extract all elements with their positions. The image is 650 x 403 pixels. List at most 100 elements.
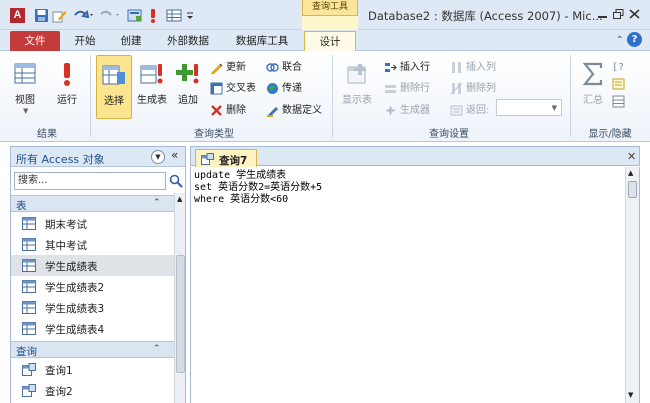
crosstab-icon xyxy=(210,82,223,95)
data-definition-icon xyxy=(267,107,278,117)
group-label-query-type: 查询类型 xyxy=(194,129,234,140)
property-sheet-icon[interactable] xyxy=(612,75,626,92)
undo-icon[interactable] xyxy=(72,8,94,23)
nav-scrollbar[interactable]: ▲ xyxy=(174,193,185,403)
tab-home[interactable]: 开始 xyxy=(66,31,104,51)
tab-external-data[interactable]: 外部数据 xyxy=(158,31,218,51)
tab-create[interactable]: 创建 xyxy=(112,31,150,51)
restore-icon[interactable] xyxy=(612,8,625,20)
close-document-icon[interactable]: ✕ xyxy=(627,150,636,163)
ribbon: 视图 ▼ 运行 结果 选择 生成表 追加 更新 交叉表 删除 联合 传递 数据定… xyxy=(0,51,650,142)
show-table-icon xyxy=(347,64,366,84)
section-title: 表 xyxy=(16,200,27,212)
scroll-down-icon[interactable]: ▼ xyxy=(628,391,633,399)
tab-query7[interactable]: 查询7 xyxy=(195,149,257,167)
redo-icon[interactable] xyxy=(98,8,120,23)
nav-collapse-icon[interactable]: « xyxy=(171,148,178,162)
section-title: 查询 xyxy=(16,346,37,358)
access-logo-icon[interactable]: A xyxy=(10,8,25,23)
editor-scroll-thumb[interactable] xyxy=(628,181,637,198)
show-table-label: 显示表 xyxy=(342,95,372,106)
insert-rows-icon xyxy=(385,63,397,72)
nav-table-item[interactable]: 其中考试 xyxy=(11,234,174,255)
nav-header: 所有 Access 对象 ▼ « xyxy=(11,147,185,167)
group-label-query-setup: 查询设置 xyxy=(429,129,469,140)
make-table-button[interactable]: 生成表 xyxy=(134,55,170,119)
delete-columns-icon xyxy=(450,82,463,95)
sql-editor[interactable]: update 学生成绩表 set 英语分数2=英语分数+5 where 英语分数<6… xyxy=(190,167,640,403)
nav-search-input[interactable]: 搜索... xyxy=(14,172,166,190)
view-dropdown-icon[interactable]: ▼ xyxy=(23,107,28,115)
view-label: 视图 xyxy=(15,95,35,106)
exclamation-icon[interactable] xyxy=(148,8,158,23)
show-table-button[interactable]: 显示表 xyxy=(338,55,376,119)
nav-table-item[interactable]: 学生成绩表3 xyxy=(11,297,174,318)
make-table-icon xyxy=(140,64,163,84)
tab-file[interactable]: 文件 xyxy=(10,31,60,51)
append-icon xyxy=(176,64,199,84)
nav-query-item[interactable]: 查询2 xyxy=(11,380,174,401)
nav-query-item[interactable]: 查询1 xyxy=(11,359,174,380)
context-band xyxy=(302,16,358,30)
collapse-chevron-icon[interactable]: ⌃ xyxy=(153,344,161,354)
return-value-select[interactable]: ▼ xyxy=(496,99,562,116)
section-queries[interactable]: 查询 ⌃ xyxy=(11,341,174,358)
search-icon[interactable] xyxy=(168,172,184,190)
nav-table-item[interactable]: 学生成绩表4 xyxy=(11,318,174,339)
tab-design[interactable]: 设计 xyxy=(304,31,356,51)
delete-rows-icon xyxy=(385,85,396,93)
group-label-show-hide: 显示/隐藏 xyxy=(588,129,632,140)
scroll-up-icon[interactable]: ▲ xyxy=(177,195,182,203)
editor-scrollbar[interactable]: ▲ ▼ xyxy=(625,167,639,403)
scroll-up-icon[interactable]: ▲ xyxy=(628,169,633,177)
query-tools-context-label: 查询工具 xyxy=(302,0,358,16)
nav-title[interactable]: 所有 Access 对象 xyxy=(16,151,105,167)
query-icon xyxy=(22,363,36,376)
append-label: 追加 xyxy=(178,95,198,106)
title-bar: A 查询工具 Database2 : 数据库 (Access 2007) - M… xyxy=(0,0,650,30)
view-button[interactable]: 视图 ▼ xyxy=(10,55,40,119)
table-icon xyxy=(22,280,36,293)
sql-text[interactable]: update 学生成绩表 set 英语分数2=英语分数+5 where 英语分数<6… xyxy=(194,170,322,206)
table-icon xyxy=(22,322,36,335)
totals-button[interactable]: 汇总 xyxy=(576,55,610,119)
help-icon[interactable]: ? xyxy=(627,32,642,47)
svg-text:[?]: [?] xyxy=(612,62,625,72)
save-icon[interactable] xyxy=(34,8,49,23)
nav-menu-chevron-icon[interactable]: ▼ xyxy=(151,150,165,164)
section-tables[interactable]: 表 ⌃ xyxy=(11,195,174,212)
nav-table-item-active[interactable]: 学生成绩表 xyxy=(11,255,174,276)
minimize-icon[interactable] xyxy=(596,8,609,20)
table-icon xyxy=(22,238,36,251)
group-label-results: 结果 xyxy=(37,129,57,140)
table-icon xyxy=(22,301,36,314)
nav-table-item[interactable]: 期末考试 xyxy=(11,213,174,234)
nav-table-item[interactable]: 学生成绩表2 xyxy=(11,276,174,297)
customize-qat-icon[interactable] xyxy=(186,8,194,23)
query-icon xyxy=(22,384,36,397)
close-icon[interactable] xyxy=(628,8,641,20)
document-tab-bar: 查询7 ✕ xyxy=(190,146,640,167)
append-button[interactable]: 追加 xyxy=(172,55,204,119)
ribbon-minimize-icon[interactable]: ⌃ xyxy=(616,35,624,46)
tab-database-tools[interactable]: 数据库工具 xyxy=(226,31,298,51)
select-query-icon xyxy=(102,65,125,85)
table-names-icon[interactable] xyxy=(612,93,626,110)
select-query-label: 选择 xyxy=(104,96,124,107)
edit-icon[interactable] xyxy=(52,8,67,23)
select-query-button[interactable]: 选择 xyxy=(96,55,132,119)
sql-line: where 英语分数<60 xyxy=(194,194,289,205)
chevron-down-icon: ▼ xyxy=(551,104,557,112)
table-icon[interactable] xyxy=(166,8,182,23)
parameters-icon[interactable]: [?] xyxy=(612,57,626,74)
delete-x-icon xyxy=(211,105,222,116)
navigation-pane: 所有 Access 对象 ▼ « 搜索... 表 ⌃ 期末考试 其中考试 学生成… xyxy=(10,146,186,403)
sql-line: update 学生成绩表 xyxy=(194,170,287,181)
group-separator xyxy=(90,55,91,137)
sheet-icon[interactable] xyxy=(127,8,143,23)
view-icon xyxy=(14,63,36,84)
nav-scroll-thumb[interactable] xyxy=(176,255,185,373)
collapse-chevron-icon[interactable]: ⌃ xyxy=(153,198,161,208)
run-button[interactable]: 运行 xyxy=(52,55,82,119)
query-icon xyxy=(201,153,214,165)
